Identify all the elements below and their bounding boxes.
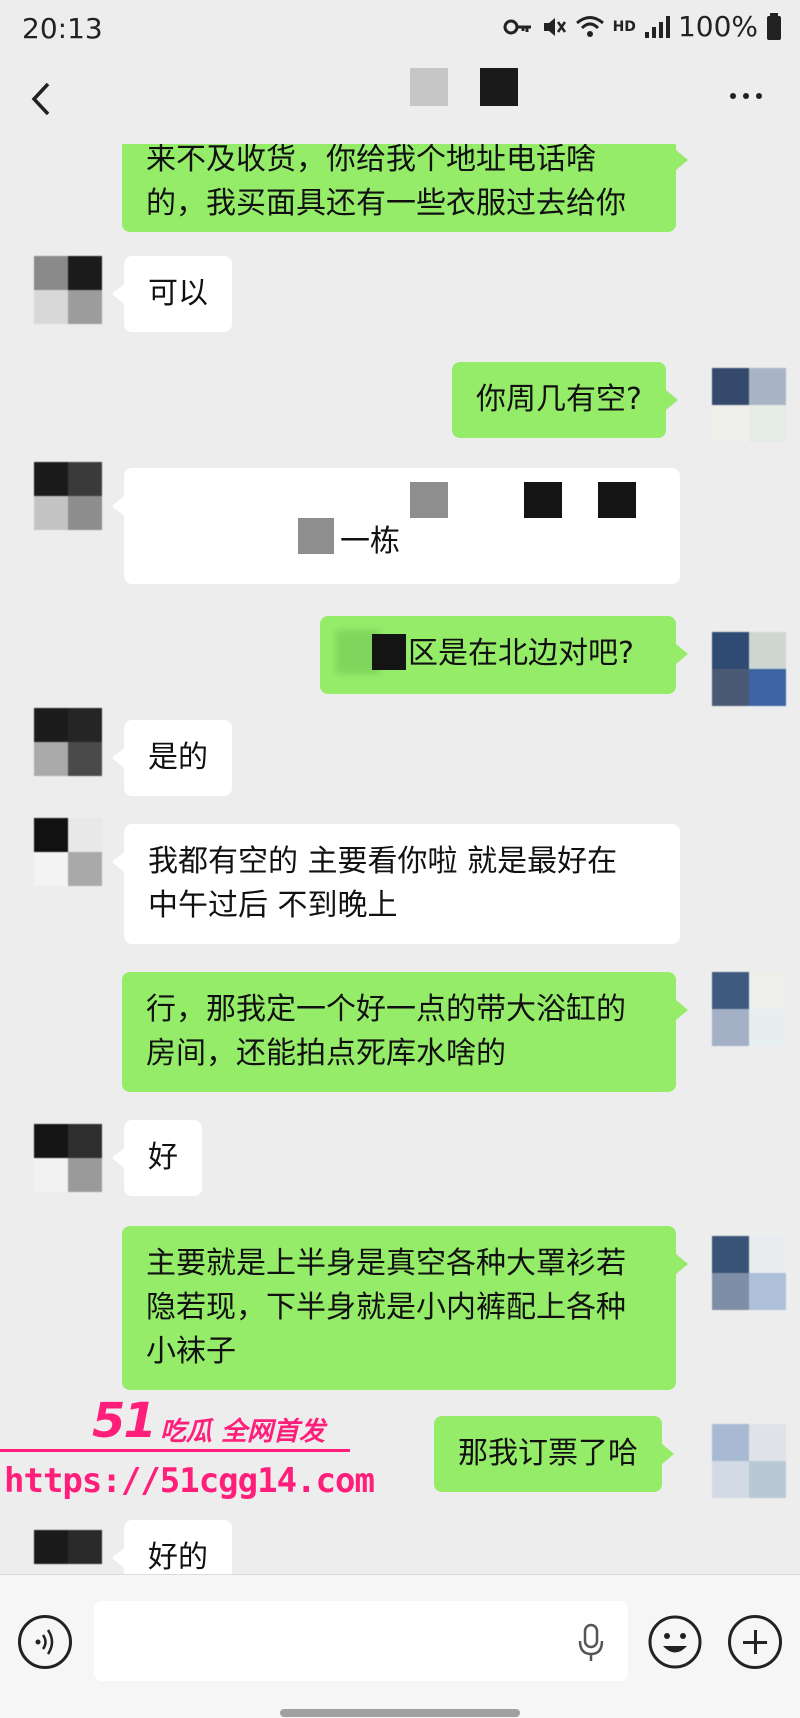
plus-button[interactable] <box>728 1615 782 1669</box>
chat-title-redacted <box>410 68 518 108</box>
input-bar <box>0 1574 800 1718</box>
message-text: 主要就是上半身是真空各种大罩衫若 <box>146 1246 626 1281</box>
message-bubble-out[interactable]: 主要就是上半身是真空各种大罩衫若 隐若现，下半身就是小内裤配上各种 小袜子 <box>122 1226 688 1390</box>
message-bubble-out[interactable]: 区是在北边对吧? <box>320 616 688 694</box>
message-bubble-in[interactable]: 好的 <box>112 1520 232 1574</box>
redaction-block <box>480 68 518 106</box>
message-bubble-in[interactable]: 可以 <box>112 256 232 332</box>
message-bubble-in[interactable]: 我都有空的 主要看你啦 就是最好在 中午过后 不到晚上 <box>112 824 680 944</box>
redaction-block <box>524 482 562 518</box>
back-button[interactable] <box>22 74 62 124</box>
redaction-block <box>372 634 406 670</box>
message-bubble-in[interactable]: 一栋 <box>112 468 680 584</box>
avatar[interactable] <box>712 368 786 442</box>
message-text: 小袜子 <box>146 1334 236 1369</box>
message-text: 一栋 <box>340 524 400 559</box>
hd-label: HD <box>612 18 636 35</box>
avatar[interactable] <box>712 1236 786 1310</box>
watermark-tagline: 吃瓜 全网首发 <box>160 1417 326 1447</box>
redaction-block <box>598 482 636 518</box>
nav-bar <box>0 56 800 144</box>
status-time: 20:13 <box>22 12 103 45</box>
key-icon <box>503 19 531 34</box>
voice-button[interactable] <box>18 1615 72 1669</box>
more-button[interactable] <box>730 86 770 106</box>
emoji-icon[interactable] <box>648 1615 702 1669</box>
watermark-url: https://51cgg14.com <box>4 1461 375 1501</box>
avatar[interactable] <box>712 632 786 706</box>
avatar[interactable] <box>34 1124 102 1192</box>
mic-icon[interactable] <box>576 1623 606 1663</box>
message-text: 的，我买面具还有一些衣服过去给你 <box>146 186 626 221</box>
watermark-divider <box>0 1449 350 1452</box>
signal-icon <box>644 15 670 38</box>
message-text: 是的 <box>148 740 208 775</box>
status-bar: 20:13 HD 100% <box>0 0 800 56</box>
avatar[interactable] <box>34 708 102 776</box>
message-text: 我都有空的 主要看你啦 就是最好在 <box>148 844 618 879</box>
status-icons: HD 100% <box>503 10 782 43</box>
message-bubble-out[interactable]: 行，那我定一个好一点的带大浴缸的 房间，还能拍点死库水啥的 <box>122 972 688 1092</box>
message-bubble-out[interactable]: 来不及收货，你给我个地址电话啥 的，我买面具还有一些衣服过去给你 <box>122 144 688 232</box>
avatar[interactable] <box>34 462 102 530</box>
redaction-block <box>298 518 334 554</box>
watermark-logo: 51 <box>92 1393 157 1449</box>
message-text: 好的 <box>148 1540 208 1574</box>
message-text: 你周几有空? <box>476 382 642 417</box>
watermark: 51 吃瓜 全网首发 https://51cgg14.com <box>0 1393 375 1503</box>
message-text: 区是在北边对吧? <box>408 636 634 671</box>
message-bubble-out[interactable]: 你周几有空? <box>452 362 678 438</box>
message-text: 那我订票了哈 <box>458 1436 638 1471</box>
voice-icon <box>35 1629 54 1655</box>
battery-icon <box>767 12 781 40</box>
mute-icon <box>543 17 566 36</box>
message-text: 可以 <box>148 276 208 311</box>
battery-percent: 100% <box>677 10 758 43</box>
chat-message-list[interactable]: 来不及收货，你给我个地址电话啥 的，我买面具还有一些衣服过去给你 可以 你周几有… <box>0 144 800 1574</box>
avatar[interactable] <box>712 972 786 1046</box>
avatar[interactable] <box>34 1530 102 1574</box>
avatar[interactable] <box>712 1424 786 1498</box>
message-input[interactable] <box>94 1601 628 1681</box>
chevron-left-icon <box>31 82 50 116</box>
message-text: 中午过后 不到晚上 <box>148 888 398 923</box>
message-bubble-in[interactable]: 是的 <box>112 720 232 796</box>
message-text: 房间，还能拍点死库水啥的 <box>146 1036 506 1071</box>
wifi-icon <box>575 15 604 37</box>
message-text: 隐若现，下半身就是小内裤配上各种 <box>146 1290 626 1325</box>
message-bubble-out[interactable]: 那我订票了哈 <box>434 1416 674 1492</box>
message-bubble-in[interactable]: 好 <box>112 1120 202 1196</box>
redaction-block <box>410 482 448 518</box>
redaction-block <box>410 68 448 106</box>
message-text: 来不及收货，你给我个地址电话啥 <box>146 144 596 177</box>
message-text: 行，那我定一个好一点的带大浴缸的 <box>146 992 626 1027</box>
avatar[interactable] <box>34 256 102 324</box>
message-text: 好 <box>148 1140 178 1175</box>
home-indicator[interactable] <box>280 1709 520 1717</box>
more-dots-icon <box>730 93 736 99</box>
avatar[interactable] <box>34 818 102 886</box>
